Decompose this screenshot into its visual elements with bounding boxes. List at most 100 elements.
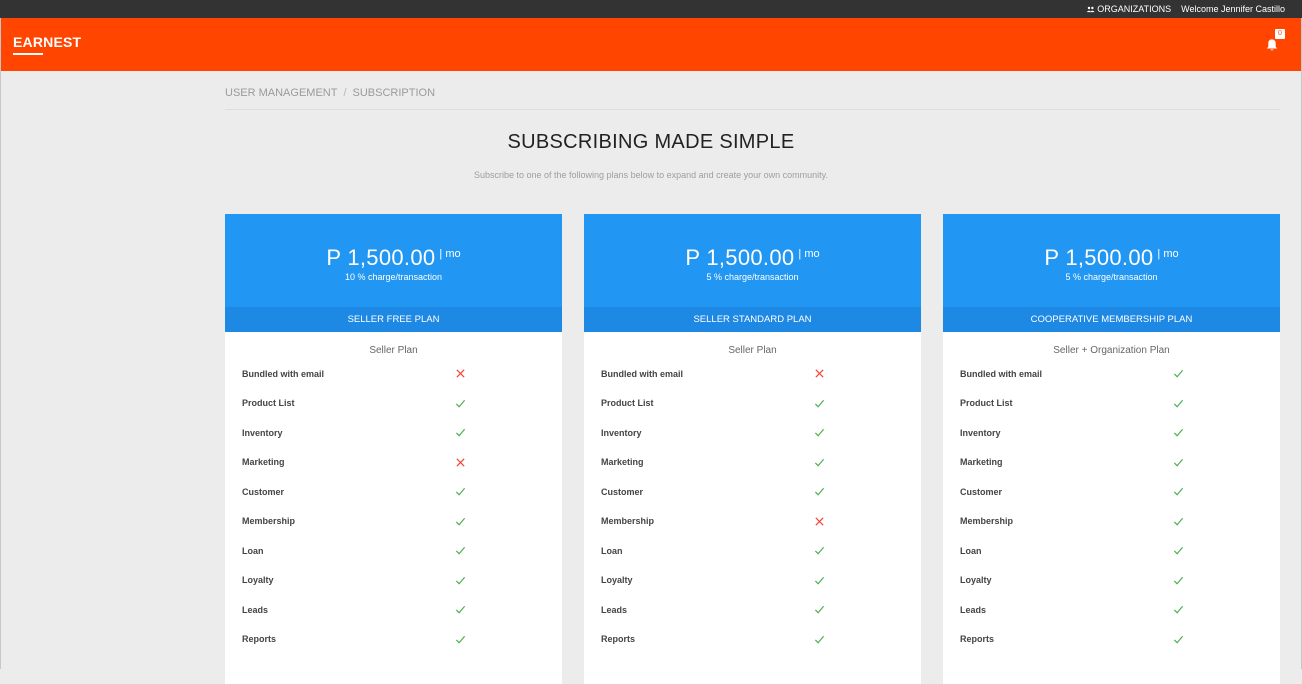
plan-price: P 1,500.00 [1044, 245, 1154, 270]
check-icon [1173, 427, 1184, 438]
price-period: | mo [1157, 248, 1179, 260]
breadcrumb-user-management[interactable]: USER MANAGEMENT [225, 87, 337, 99]
check-icon [814, 604, 825, 615]
brand-logo[interactable]: EARNEST [13, 34, 81, 50]
plan-charge: 5 % charge/transaction [706, 272, 799, 282]
check-icon [1173, 634, 1184, 645]
organizations-link[interactable]: ORGANIZATIONS [1086, 4, 1171, 14]
feature-row: Bundled with email [225, 359, 562, 389]
plan-type: Seller Plan [369, 345, 418, 356]
feature-label: Product List [601, 398, 654, 409]
feature-row: Membership [225, 507, 562, 537]
feature-label: Leads [960, 604, 987, 615]
plan-card[interactable]: P 1,500.00 | mo 10 % charge/transaction … [225, 214, 562, 684]
feature-row: Customer [943, 477, 1280, 507]
feature-label: Reports [601, 634, 636, 645]
feature-row: Loan [943, 536, 1280, 566]
feature-row: Customer [225, 477, 562, 507]
notification-badge: 0 [1275, 29, 1285, 39]
feature-label: Reports [960, 634, 995, 645]
feature-row: Product List [584, 389, 921, 419]
feature-label: Inventory [242, 427, 283, 438]
feature-row: Inventory [225, 418, 562, 448]
plan-type: Seller + Organization Plan [1053, 345, 1170, 356]
feature-label: Product List [242, 398, 295, 409]
price-period: | mo [439, 248, 461, 260]
feature-list: Bundled with email Product List Inventor… [225, 359, 562, 654]
feature-row: Membership [943, 507, 1280, 537]
feature-list: Bundled with email Product List Inventor… [943, 359, 1280, 654]
feature-row: Marketing [584, 448, 921, 478]
plan-charge: 5 % charge/transaction [1065, 272, 1158, 282]
feature-label: Loyalty [960, 575, 992, 586]
check-icon [814, 634, 825, 645]
plan-charge: 10 % charge/transaction [344, 272, 443, 282]
plan-type: Seller Plan [728, 345, 777, 356]
feature-label: Loan [960, 545, 982, 556]
plan-name[interactable]: COOPERATIVE MEMBERSHIP PLAN [943, 307, 1280, 332]
price-period: | mo [798, 248, 820, 260]
feature-label: Bundled with email [960, 368, 1043, 379]
check-icon [1173, 604, 1184, 615]
feature-row: Membership [584, 507, 921, 537]
top-bar: ORGANIZATIONS Welcome Jennifer Castillo [0, 0, 1302, 18]
feature-label: Customer [242, 486, 285, 497]
check-icon [455, 486, 466, 497]
breadcrumb-subscription: SUBSCRIPTION [352, 87, 436, 99]
plan-name[interactable]: SELLER FREE PLAN [225, 307, 562, 332]
feature-label: Loan [601, 545, 623, 556]
feature-row: Leads [584, 595, 921, 625]
feature-label: Membership [601, 516, 655, 527]
feature-row: Bundled with email [584, 359, 921, 389]
feature-label: Customer [960, 486, 1003, 497]
cross-icon [814, 368, 825, 379]
feature-row: Loan [225, 536, 562, 566]
feature-row: Loan [584, 536, 921, 566]
check-icon [455, 634, 466, 645]
feature-list: Bundled with email Product List Inventor… [584, 359, 921, 654]
check-icon [1173, 457, 1184, 468]
feature-row: Reports [943, 625, 1280, 655]
page-subtitle: Subscribe to one of the following plans … [473, 170, 829, 180]
breadcrumb-separator: / [343, 87, 347, 99]
price-line: P 1,500.00 | mo [584, 245, 921, 271]
check-icon [814, 545, 825, 556]
check-icon [455, 575, 466, 586]
feature-label: Leads [601, 604, 628, 615]
plan-price: P 1,500.00 [326, 245, 436, 270]
page-title: SUBSCRIBING MADE SIMPLE [507, 131, 795, 153]
feature-row: Marketing [943, 448, 1280, 478]
price-line: P 1,500.00 | mo [225, 245, 562, 271]
feature-row: Leads [225, 595, 562, 625]
feature-label: Membership [242, 516, 296, 527]
organizations-label: ORGANIZATIONS [1097, 4, 1172, 14]
feature-row: Loyalty [225, 566, 562, 596]
check-icon [455, 427, 466, 438]
welcome-text[interactable]: Welcome Jennifer Castillo [1181, 4, 1285, 14]
feature-label: Membership [960, 516, 1014, 527]
feature-row: Bundled with email [943, 359, 1280, 389]
check-icon [814, 398, 825, 409]
feature-label: Bundled with email [601, 368, 684, 379]
check-icon [1173, 368, 1184, 379]
notifications-button[interactable]: 0 [1265, 29, 1285, 54]
feature-row: Product List [943, 389, 1280, 419]
check-icon [814, 575, 825, 586]
feature-label: Marketing [960, 457, 1003, 468]
plan-card[interactable]: P 1,500.00 | mo 5 % charge/transaction C… [943, 214, 1280, 684]
plan-name[interactable]: SELLER STANDARD PLAN [584, 307, 921, 332]
main-content: USER MANAGEMENT / SUBSCRIPTION SUBSCRIBING… [0, 71, 1302, 684]
feature-label: Marketing [242, 457, 285, 468]
feature-row: Reports [584, 625, 921, 655]
plan-card[interactable]: P 1,500.00 | mo 5 % charge/transaction S… [584, 214, 921, 684]
check-icon [814, 486, 825, 497]
feature-row: Loyalty [943, 566, 1280, 596]
plan-header: P 1,500.00 | mo 5 % charge/transaction [943, 214, 1280, 307]
feature-label: Customer [601, 486, 644, 497]
feature-label: Product List [960, 398, 1013, 409]
check-icon [455, 516, 466, 527]
plan-price: P 1,500.00 [685, 245, 795, 270]
price-line: P 1,500.00 | mo [943, 245, 1280, 271]
feature-row: Loyalty [584, 566, 921, 596]
plan-header: P 1,500.00 | mo 5 % charge/transaction [584, 214, 921, 307]
